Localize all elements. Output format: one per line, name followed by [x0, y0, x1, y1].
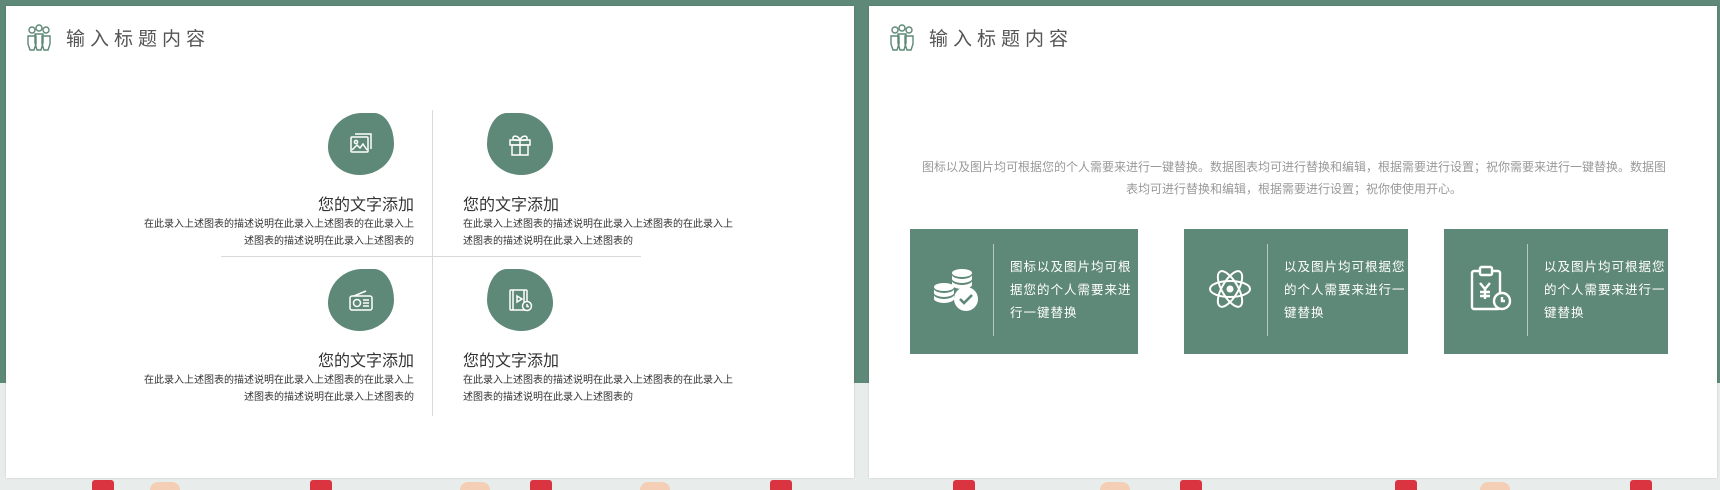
gift-icon	[509, 135, 531, 156]
slide-header: 输入标题内容	[24, 20, 210, 54]
info-card: 以及图片均可根据您的个人需要来进行一键替换	[1184, 229, 1408, 354]
decoration	[1395, 480, 1417, 490]
decoration	[953, 480, 975, 490]
intro-paragraph: 图标以及图片均可根据您的个人需要来进行一键替换。数据图表均可进行替换和编辑，根据…	[921, 160, 1666, 196]
card-text: 以及图片均可根据您的个人需要来进行一键替换	[1284, 259, 1406, 320]
people-icon	[890, 24, 914, 51]
icon-badge	[487, 269, 553, 331]
card-text: 以及图片均可根据您的个人需要来进行一键替换	[1544, 259, 1666, 320]
feature-description: 在此录入上述图表的描述说明在此录入上述图表的在此录入上述图表的描述说明在此录入上…	[144, 219, 414, 247]
feature-description: 在此录入上述图表的描述说明在此录入上述图表的在此录入上述图表的描述说明在此录入上…	[144, 375, 414, 403]
video-file-icon	[509, 289, 533, 312]
divider	[1527, 244, 1528, 336]
clipboard-yen-icon	[1470, 265, 1512, 311]
icon-badge	[328, 269, 394, 331]
page-title: 输入标题内容	[929, 27, 1074, 50]
divider	[221, 256, 641, 257]
decoration	[1630, 480, 1652, 490]
divider	[432, 110, 433, 416]
icon-badge	[487, 113, 553, 175]
info-card: 以及图片均可根据您的个人需要来进行一键替换	[1444, 229, 1668, 354]
picture-icon	[350, 133, 372, 153]
radio-icon	[349, 290, 373, 311]
feature-title: 您的文字添加	[317, 195, 414, 214]
decoration	[1480, 482, 1510, 490]
feature-item: 您的文字添加 在此录入上述图表的描述说明在此录入上述图表的在此录入上述图表的描述…	[463, 269, 763, 409]
feature-description: 在此录入上述图表的描述说明在此录入上述图表的在此录入上述图表的描述说明在此录入上…	[463, 219, 733, 247]
feature-title: 您的文字添加	[463, 195, 560, 214]
coins-check-icon	[934, 269, 978, 311]
feature-item: 您的文字添加 在此录入上述图表的描述说明在此录入上述图表的在此录入上述图表的描述…	[114, 269, 414, 409]
decoration	[530, 480, 552, 490]
decoration	[92, 480, 114, 490]
feature-title: 您的文字添加	[317, 351, 414, 370]
people-icon	[27, 24, 51, 51]
card-text: 图标以及图片均可根据您的个人需要来进行一键替换	[1010, 259, 1132, 320]
feature-item: 您的文字添加 在此录入上述图表的描述说明在此录入上述图表的在此录入上述图表的描述…	[114, 113, 414, 253]
feature-item: 您的文字添加 在此录入上述图表的描述说明在此录入上述图表的在此录入上述图表的描述…	[463, 113, 763, 253]
slide-1[interactable]: 输入标题内容 您的文字添加 在此录入上述图表的描述说明在此录入上述图表的在此录入…	[6, 6, 854, 478]
decoration	[150, 482, 180, 490]
decoration	[1100, 482, 1130, 490]
divider	[993, 244, 994, 336]
feature-title: 您的文字添加	[463, 351, 560, 370]
divider	[1267, 244, 1268, 336]
decoration	[1180, 480, 1202, 490]
feature-description: 在此录入上述图表的描述说明在此录入上述图表的在此录入上述图表的描述说明在此录入上…	[463, 375, 733, 403]
page-title: 输入标题内容	[66, 27, 211, 50]
decoration	[460, 482, 490, 490]
slide-header: 输入标题内容	[887, 20, 1073, 54]
atom-icon	[1209, 270, 1251, 308]
decoration	[310, 480, 332, 490]
info-card: 图标以及图片均可根据您的个人需要来进行一键替换	[910, 229, 1138, 354]
icon-badge	[328, 113, 394, 175]
decoration	[640, 482, 670, 490]
slide-2[interactable]: 输入标题内容 图标以及图片均可根据您的个人需要来进行一键替换。数据图表均可进行替…	[869, 6, 1717, 478]
decoration	[770, 480, 792, 490]
